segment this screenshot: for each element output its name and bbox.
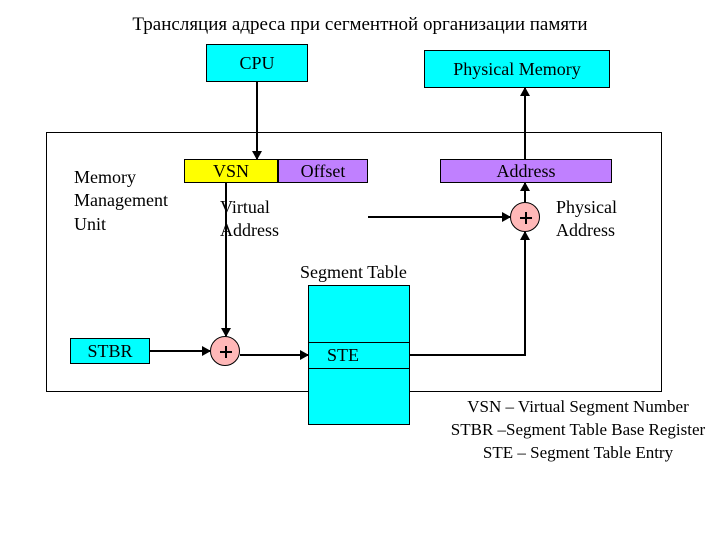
legend: VSN – Virtual Segment Number STBR –Segme… <box>438 396 718 465</box>
ste-entry: STE <box>308 342 410 369</box>
legend-ste: STE – Segment Table Entry <box>438 442 718 465</box>
physical-address-label: Physical Address <box>556 196 617 243</box>
mmu-label: Memory Management Unit <box>74 166 184 236</box>
arrow-adder2-to-address <box>524 183 526 202</box>
legend-vsn: VSN – Virtual Segment Number <box>438 396 718 419</box>
arrow-cpu-to-va <box>256 82 258 159</box>
virtual-address-label: Virtual Address <box>220 196 279 243</box>
legend-stbr: STBR –Segment Table Base Register <box>438 419 718 442</box>
arrow-stbr-to-adder1 <box>150 350 210 352</box>
segment-table-label: Segment Table <box>300 262 407 283</box>
offset-box: Offset <box>278 159 368 183</box>
cpu-box: CPU <box>206 44 308 82</box>
vsn-box: VSN <box>184 159 278 183</box>
arrow-vsn-to-adder1 <box>225 183 227 336</box>
adder-1 <box>210 336 240 366</box>
arrow-offset-to-adder2 <box>368 216 510 218</box>
adder-2 <box>510 202 540 232</box>
arrow-ste-to-adder2-v <box>524 232 526 356</box>
arrow-ste-to-adder2-h <box>410 354 525 356</box>
arrow-address-to-physmem <box>524 88 526 159</box>
address-box: Address <box>440 159 612 183</box>
arrow-adder1-to-ste <box>240 354 308 356</box>
physical-memory-box: Physical Memory <box>424 50 610 88</box>
diagram-title: Трансляция адреса при сегментной организ… <box>0 14 720 36</box>
stbr-box: STBR <box>70 338 150 364</box>
